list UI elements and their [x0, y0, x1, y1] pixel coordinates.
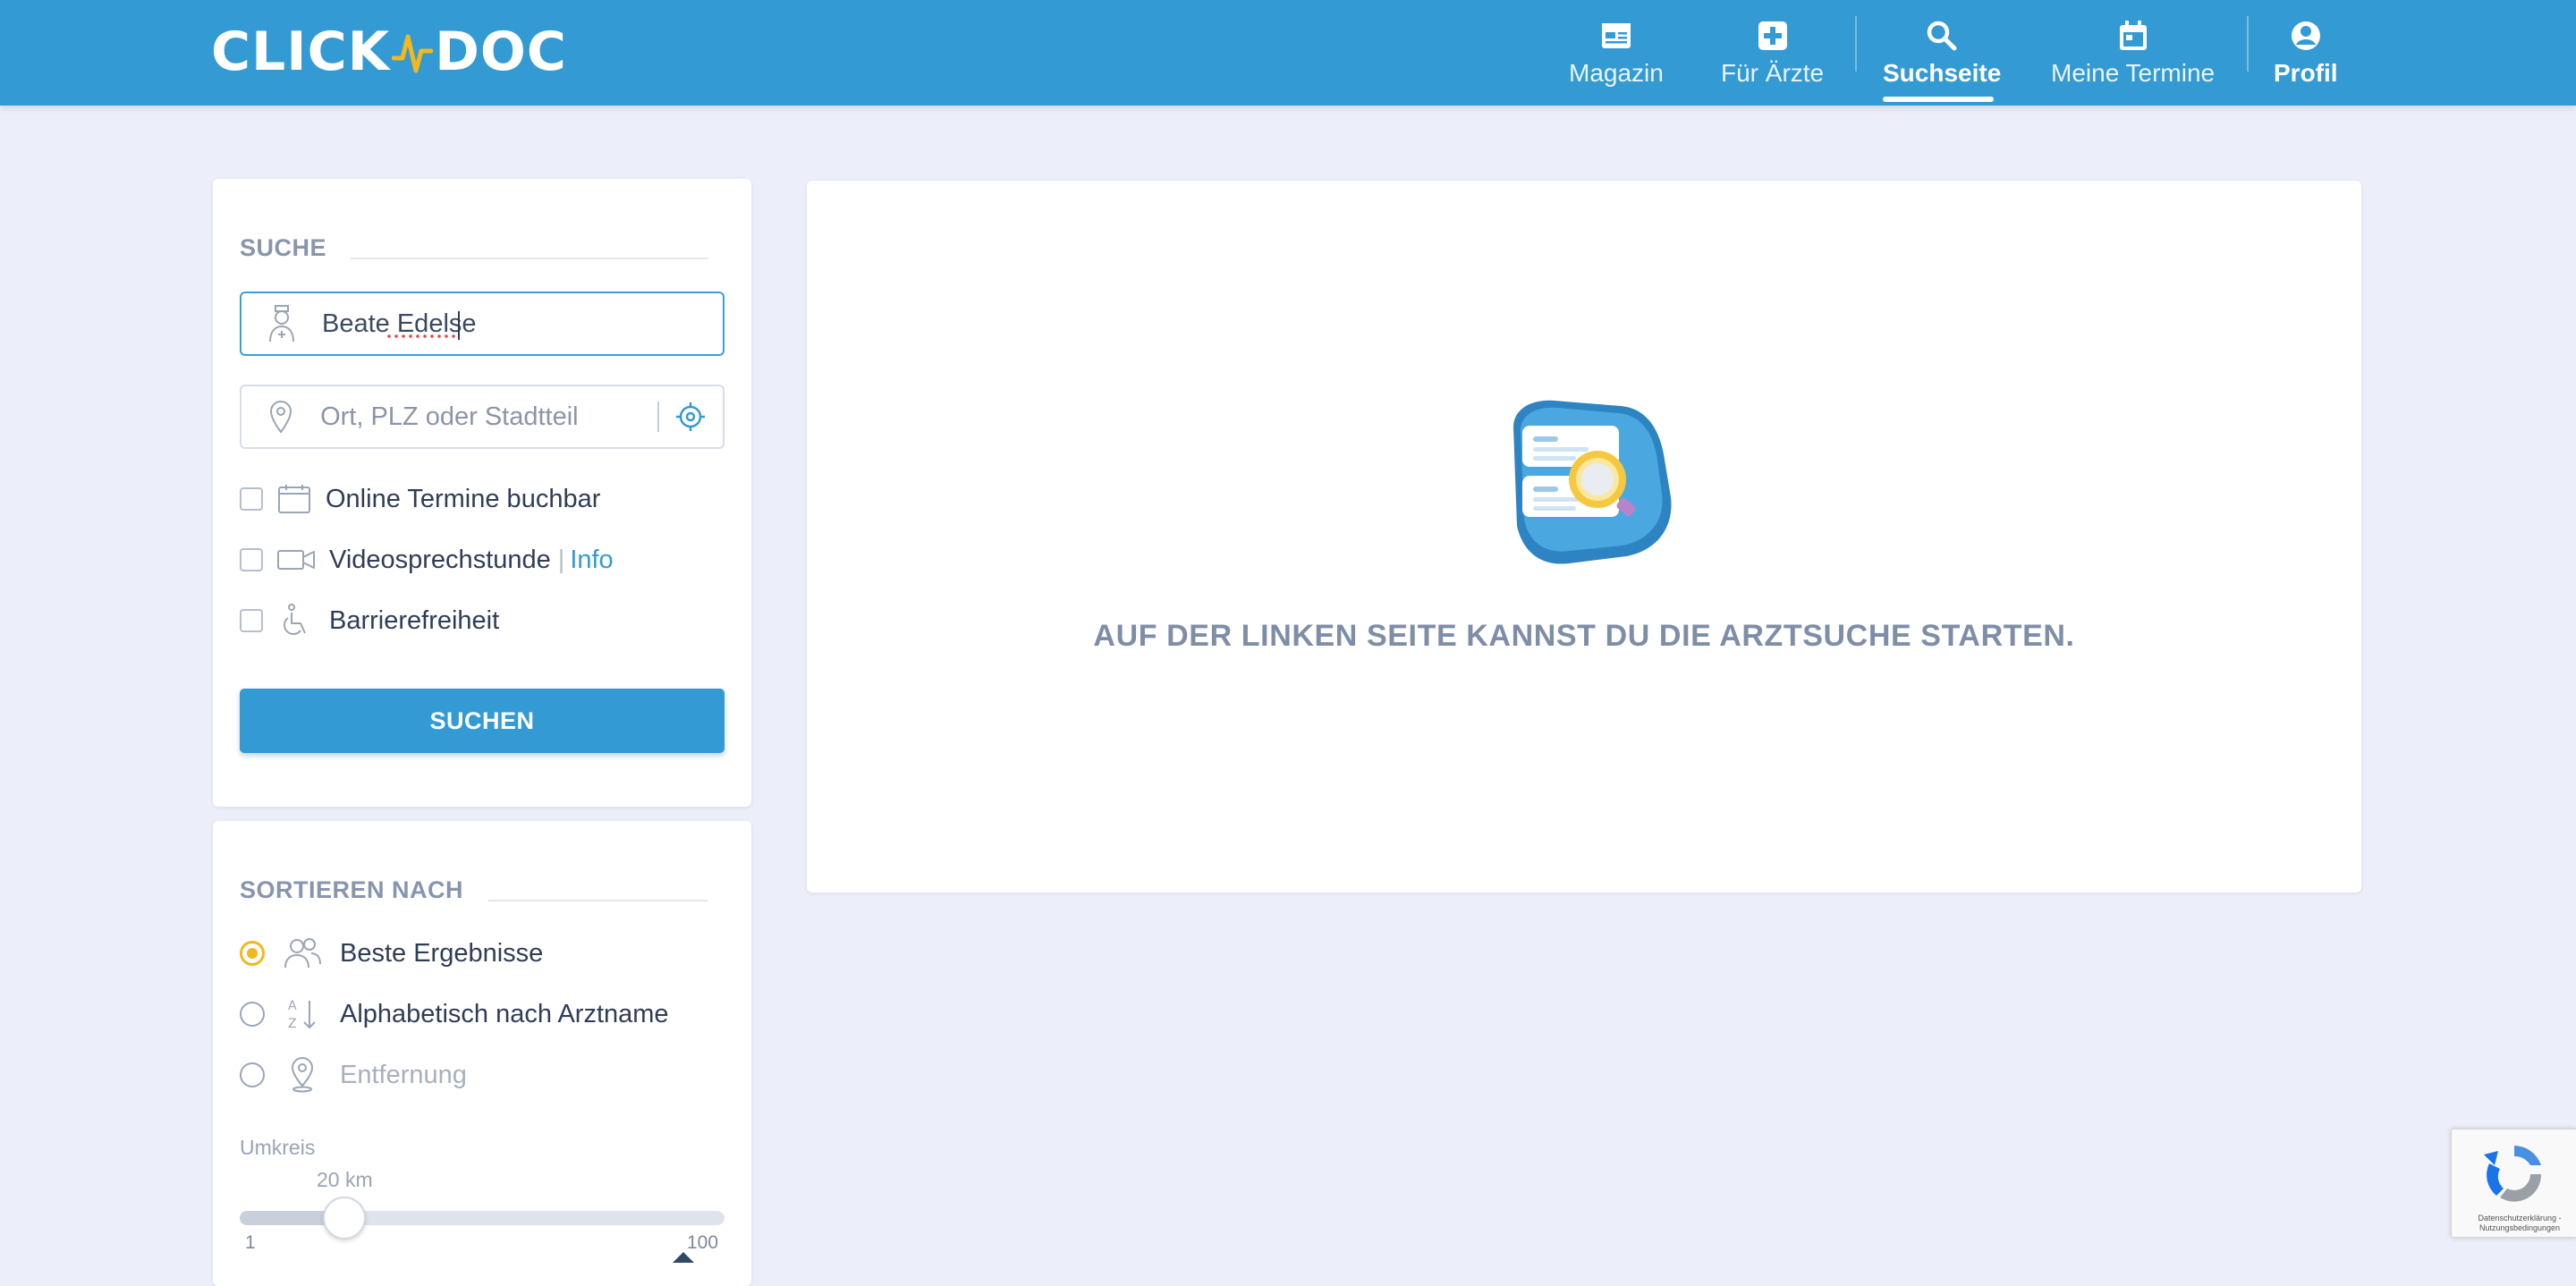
search-section-title: SUCHE	[240, 234, 327, 261]
medical-cross-icon	[1758, 21, 1787, 50]
accessibility-label: Barrierefreiheit	[329, 605, 500, 635]
crosshair-icon	[675, 402, 705, 431]
locate-me-button[interactable]	[668, 402, 712, 432]
calendar-icon	[2119, 21, 2147, 50]
section-divider	[488, 900, 708, 901]
accessibility-checkbox[interactable]	[240, 609, 263, 632]
online-booking-checkbox[interactable]	[240, 487, 263, 511]
recaptcha-legal-links: Datenschutzerklärung - Nutzungsbedingung…	[2464, 1214, 2575, 1233]
distance-radio[interactable]	[240, 1062, 265, 1087]
video-consultation-label: Videosprechstunde	[329, 545, 551, 574]
recaptcha-badge[interactable]: Datenschutzerklärung - Nutzungsbedingung…	[2451, 1129, 2576, 1238]
section-divider	[351, 258, 708, 259]
search-icon	[1927, 21, 1957, 51]
active-tab-indicator	[1883, 97, 1994, 102]
nav-meine-termine[interactable]: Meine Termine	[2051, 16, 2215, 88]
results-panel: AUF DER LINKEN SEITE KANNST DU DIE ARZTS…	[807, 181, 2361, 893]
search-button[interactable]: SUCHEN	[240, 689, 724, 753]
radius-slider-thumb[interactable]	[323, 1197, 366, 1239]
nav-fuer-aerzte[interactable]: Für Ärzte	[1721, 16, 1824, 88]
best-results-radio[interactable]	[240, 941, 265, 966]
doctor-name-field[interactable]	[240, 292, 724, 356]
newspaper-icon	[1601, 23, 1631, 48]
text-cursor	[458, 311, 460, 340]
sort-alpha-icon: A Z	[288, 999, 316, 1031]
nav-suchseite[interactable]: Suchseite	[1883, 16, 2001, 88]
distance-label: Entfernung	[340, 1060, 467, 1089]
alphabetical-radio[interactable]	[240, 1002, 265, 1027]
nav-label: Meine Termine	[2051, 59, 2216, 87]
search-documents-illustration	[1513, 400, 1672, 564]
online-booking-label: Online Termine buchbar	[326, 484, 601, 513]
doctor-name-input[interactable]	[322, 297, 723, 351]
logo-text-right: DOC	[435, 21, 567, 83]
radius-slider-track[interactable]	[240, 1211, 724, 1225]
heartbeat-icon	[392, 34, 434, 73]
svg-text:A: A	[288, 999, 297, 1013]
field-divider	[657, 402, 660, 432]
radius-min-label: 1	[245, 1232, 256, 1253]
top-navigation-bar: CLICK DOC Magazin Für Ärzte Suchseite Me…	[0, 0, 2576, 106]
filter-accessibility[interactable]: Barrierefreiheit	[240, 603, 499, 639]
clickdoc-logo[interactable]: CLICK DOC	[211, 20, 567, 84]
nav-label: Magazin	[1569, 59, 1664, 87]
sort-section-title: SORTIEREN NACH	[240, 876, 464, 903]
nav-divider	[2247, 16, 2249, 72]
info-separator: |	[557, 545, 565, 574]
alphabetical-label: Alphabetisch nach Arztname	[340, 999, 669, 1028]
radius-max-label: 100	[687, 1232, 719, 1253]
nav-profil[interactable]: Profil	[2274, 16, 2338, 88]
sort-option-distance[interactable]: Entfernung	[240, 1055, 467, 1095]
best-results-label: Beste Ergebnisse	[340, 938, 544, 968]
nav-magazin[interactable]: Magazin	[1569, 16, 1664, 88]
sort-option-best-results[interactable]: Beste Ergebnisse	[240, 934, 543, 973]
recaptcha-privacy-link[interactable]: Datenschutzerklärung	[2478, 1214, 2556, 1223]
video-camera-icon	[277, 550, 315, 570]
recaptcha-icon	[2484, 1146, 2542, 1202]
nav-label: Suchseite	[1883, 59, 2002, 87]
radius-value: 20 km	[317, 1168, 373, 1191]
empty-state-message: AUF DER LINKEN SEITE KANNST DU DIE ARZTS…	[1093, 619, 2075, 653]
radius-label: Umkreis	[240, 1136, 316, 1159]
spellcheck-underline	[386, 334, 458, 339]
location-pin-icon	[291, 1057, 314, 1093]
location-input[interactable]	[320, 390, 658, 444]
sort-panel: SORTIEREN NACH Beste Ergebnisse A Z Alph…	[213, 821, 751, 1286]
wheelchair-icon	[284, 604, 306, 635]
filter-video-consultation[interactable]: Videosprechstunde | Info	[240, 542, 614, 578]
location-pin-icon	[270, 401, 292, 434]
video-info-link[interactable]: Info	[570, 546, 613, 575]
account-circle-icon	[2291, 21, 2320, 50]
calendar-outline-icon	[278, 485, 310, 513]
recaptcha-terms-link[interactable]: Nutzungsbedingungen	[2479, 1223, 2560, 1232]
sort-option-alphabetical[interactable]: A Z Alphabetisch nach Arztname	[240, 994, 669, 1034]
recaptcha-separator: -	[2556, 1214, 2562, 1223]
search-panel: SUCHE Beate Edelse Ort, PLZ oder Stadtte…	[213, 179, 751, 807]
logo-text-left: CLICK	[211, 21, 391, 83]
svg-text:Z: Z	[288, 1017, 297, 1031]
filter-online-booking[interactable]: Online Termine buchbar	[240, 481, 600, 517]
slider-max-marker	[673, 1252, 694, 1263]
doctor-icon	[269, 305, 294, 343]
nav-label: Für Ärzte	[1721, 59, 1825, 87]
users-icon	[284, 938, 321, 969]
location-field[interactable]	[240, 385, 724, 449]
video-consultation-checkbox[interactable]	[240, 548, 263, 571]
nav-label: Profil	[2274, 59, 2338, 87]
nav-divider	[1855, 16, 1857, 72]
